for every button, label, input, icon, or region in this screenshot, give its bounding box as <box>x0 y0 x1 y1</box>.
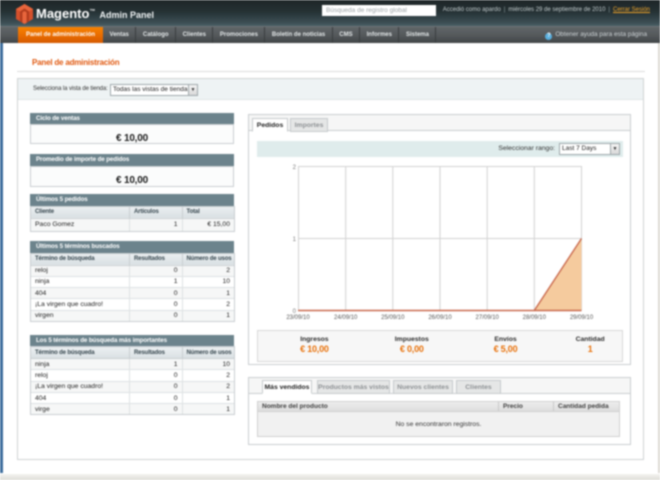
svg-text:26/09/10: 26/09/10 <box>428 315 452 321</box>
svg-text:25/09/10: 25/09/10 <box>381 315 405 321</box>
svg-text:27/09/10: 27/09/10 <box>476 315 500 321</box>
svg-text:23/09/10: 23/09/10 <box>286 315 310 321</box>
svg-text:2: 2 <box>293 165 297 171</box>
svg-text:24/09/10: 24/09/10 <box>334 315 358 321</box>
svg-text:29/09/10: 29/09/10 <box>570 315 594 321</box>
svg-text:28/09/10: 28/09/10 <box>523 315 547 321</box>
svg-text:1: 1 <box>293 237 297 243</box>
